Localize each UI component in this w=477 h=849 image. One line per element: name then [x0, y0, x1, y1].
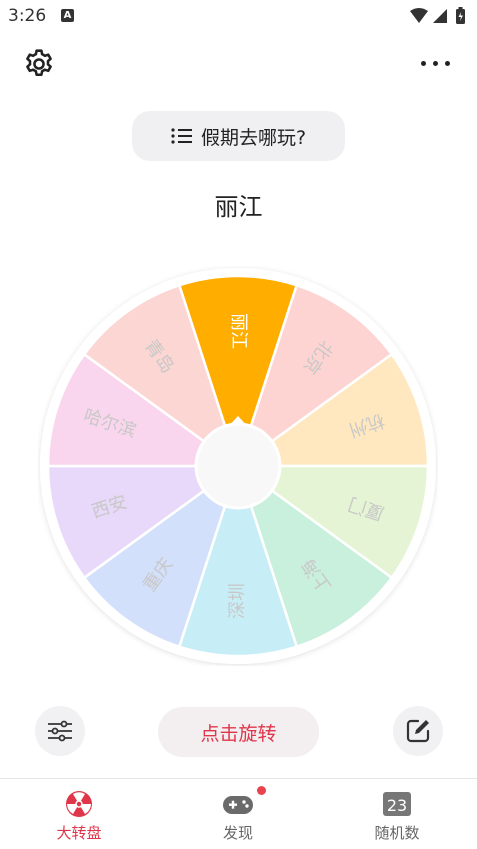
signal-icon: [433, 9, 447, 23]
notification-a-icon: A: [61, 9, 74, 22]
sliders-icon: [48, 720, 72, 742]
wheel-center[interactable]: [194, 422, 282, 510]
nav-item-random[interactable]: 23 随机数: [337, 779, 457, 849]
nav-label-wheel: 大转盘: [56, 824, 102, 842]
edit-button[interactable]: [393, 706, 443, 756]
status-icons: [410, 7, 465, 24]
wheel-segment-label: 深圳: [227, 583, 248, 619]
settings-button[interactable]: [22, 47, 56, 81]
list-icon: [171, 128, 192, 144]
nav-item-wheel[interactable]: 大转盘: [19, 779, 139, 849]
more-dot: [433, 61, 438, 66]
gamepad-icon: [223, 796, 253, 814]
more-dot: [421, 61, 426, 66]
calendar-number-icon: 23: [383, 792, 411, 816]
wheel-segment-label: 丽江: [228, 313, 249, 349]
battery-icon: [456, 7, 465, 24]
notification-dot: [257, 786, 266, 795]
wheel-icon: [66, 791, 92, 817]
status-time: 3:26: [8, 6, 47, 26]
edit-icon: [406, 719, 430, 743]
spin-wheel[interactable]: 丽江北京杭州厦门上海深圳重庆西安哈尔滨青岛: [38, 266, 438, 666]
nav-item-discover[interactable]: 发现: [178, 779, 298, 849]
status-bar: 3:26 A: [0, 0, 477, 32]
spin-button[interactable]: 点击旋转: [158, 707, 319, 757]
calendar-badge-number: 23: [387, 796, 407, 815]
topic-label: 假期去哪玩?: [200, 126, 307, 149]
filter-button[interactable]: [35, 706, 85, 756]
nav-label-discover: 发现: [222, 824, 253, 842]
bottom-nav: 大转盘 发现 23 随机数: [0, 778, 477, 849]
result-text: 丽江: [214, 193, 263, 221]
more-button[interactable]: [419, 52, 453, 74]
gear-icon: [26, 49, 52, 77]
nav-label-random: 随机数: [374, 824, 420, 842]
topic-selector[interactable]: 假期去哪玩?: [132, 111, 345, 161]
more-dot: [445, 61, 450, 66]
wifi-icon: [410, 8, 428, 23]
